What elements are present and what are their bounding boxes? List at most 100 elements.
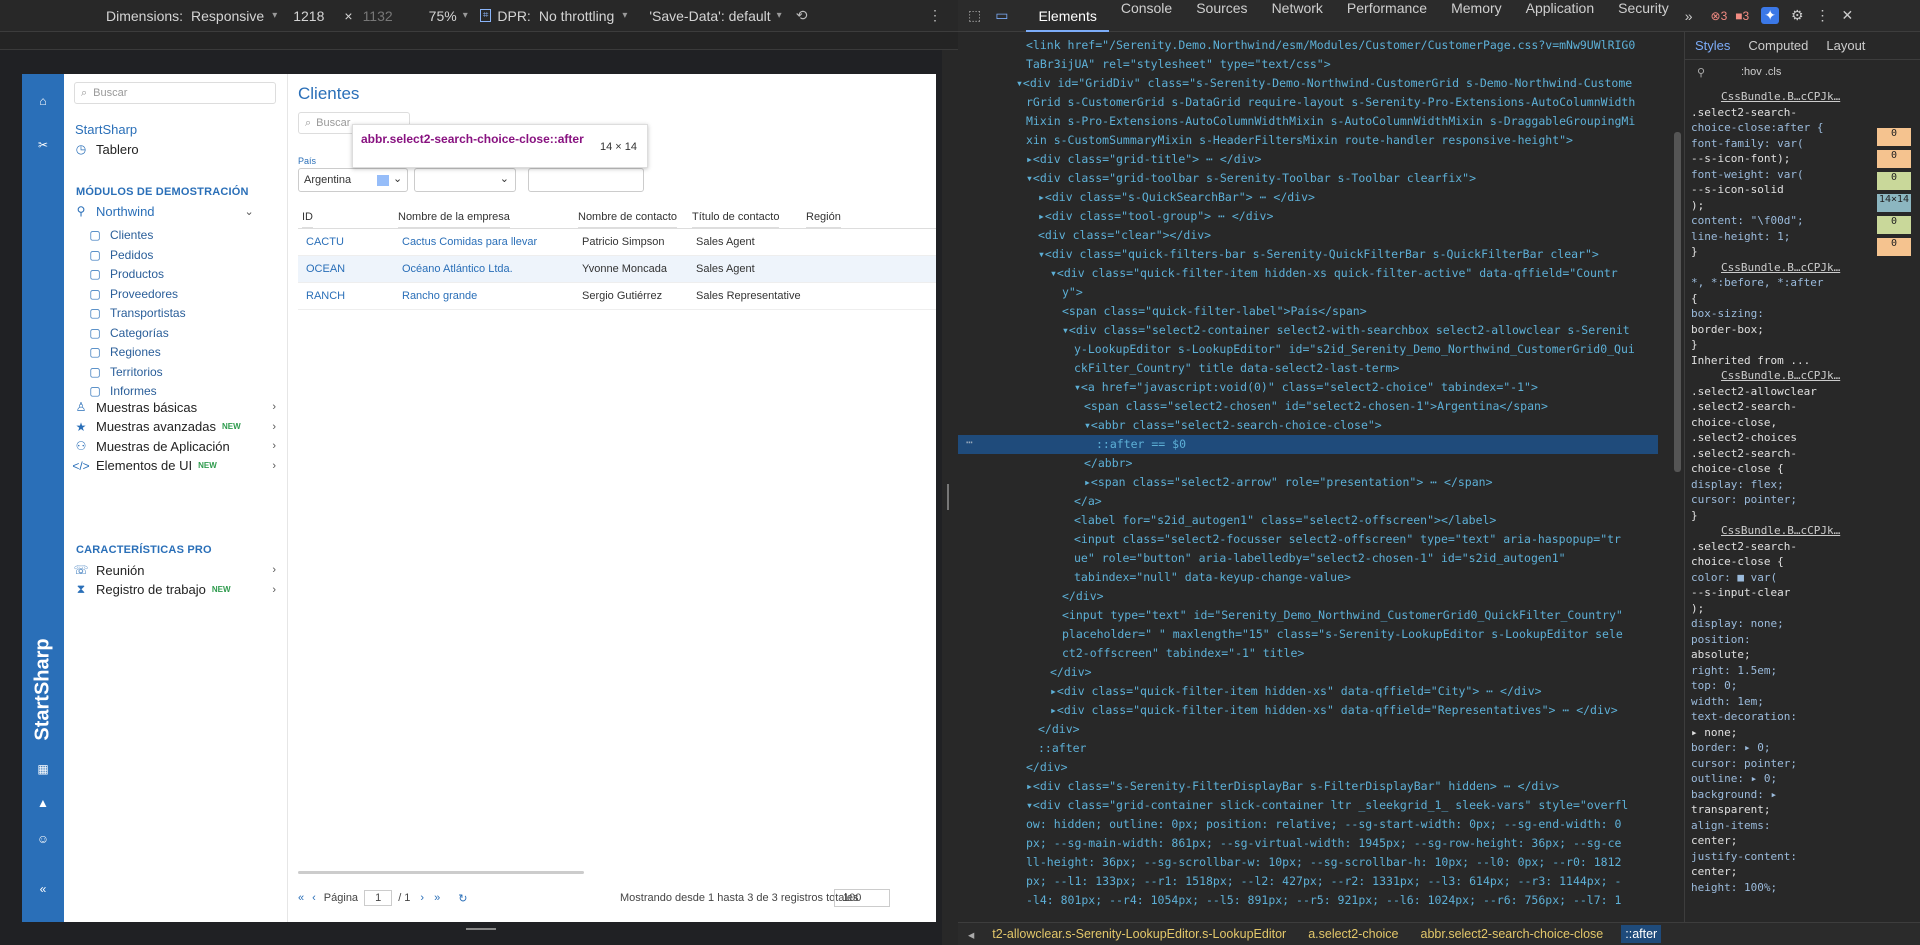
table-cell[interactable]: Océano Atlántico Ltda. [402, 263, 513, 275]
chevron-down-icon[interactable]: ▾ [463, 10, 468, 21]
split-grip[interactable] [947, 484, 949, 510]
paint-icon[interactable]: ▲ [22, 788, 64, 818]
viewport-resize-grip[interactable] [466, 928, 496, 930]
sidebar-search-input[interactable]: ⌕ Buscar [74, 82, 276, 104]
breadcrumb-item[interactable]: abbr.select2-search-choice-close [1417, 925, 1608, 943]
device-toggle-icon[interactable]: ▭ [995, 7, 1008, 24]
tab-performance[interactable]: Performance [1335, 0, 1439, 32]
table-row[interactable]: CACTU Cactus Comidas para llevar Patricio … [298, 229, 936, 256]
clear-choice-icon[interactable] [377, 175, 389, 186]
dom-node-line[interactable]: ▸<div class="quick-filter-item hidden-xs… [1050, 682, 1542, 701]
chevron-down-icon[interactable]: ▾ [622, 10, 627, 21]
dom-node-line[interactable]: ckFilter_Country" title data-select2-las… [1074, 359, 1399, 378]
sidebar-pro-1[interactable]: ⧗ Registro de trabajo NEW › [72, 579, 286, 601]
dom-node-line[interactable]: </abbr> [1084, 454, 1132, 473]
user-icon[interactable]: ☺ [22, 824, 64, 854]
selected-node[interactable]: ::after == $0 [958, 435, 1658, 454]
dom-node-line[interactable]: </div> [1050, 663, 1092, 682]
more-tabs-button[interactable]: » [1685, 8, 1693, 24]
home-icon[interactable]: ⌂ [22, 86, 64, 116]
dom-node-line[interactable]: ▾<abbr class="select2-search-choice-clos… [1084, 416, 1382, 435]
dom-node-line[interactable]: ▸<div class="tool-group"> ⋯ </div> [1038, 207, 1273, 226]
chevron-down-icon[interactable]: ⌄ [393, 172, 402, 185]
dom-node-line[interactable]: <input type="text" id="Serenity_Demo_Nor… [1062, 606, 1623, 625]
table-cell[interactable]: Rancho grande [402, 290, 477, 302]
tab-sources[interactable]: Sources [1184, 0, 1259, 32]
elements-scrollbar[interactable] [1674, 132, 1681, 472]
dom-node-line[interactable]: ▾<div id="GridDiv" class="s-Serenity-Dem… [1016, 74, 1632, 93]
dom-node-line[interactable]: px; --sg-main-width: 861px; --sg-virtual… [1026, 834, 1621, 853]
ai-assist-icon[interactable]: ✦ [1761, 7, 1779, 24]
inspect-icon[interactable]: ⬚ [968, 7, 981, 24]
dom-node-line[interactable]: Mixin s-Pro-Extensions-AutoColumnWidthMi… [1026, 112, 1635, 131]
dom-node-line[interactable]: placeholder=" " maxlength="15" class="s-… [1062, 625, 1623, 644]
dom-node-line[interactable]: ▾<div class="quick-filters-bar s-Serenit… [1038, 245, 1599, 264]
first-page-icon[interactable]: « [298, 892, 304, 904]
prev-page-icon[interactable]: ‹ [312, 892, 316, 904]
style-source-link[interactable]: CssBundle.B…cCPJk… [1721, 90, 1840, 104]
sidebar-item-northwind[interactable]: ⚲ Northwind ⌄ [72, 200, 264, 222]
dom-node-line[interactable]: <span class="select2-chosen" id="select2… [1084, 397, 1548, 416]
dom-node-line[interactable]: </div> [1062, 587, 1104, 606]
styles-filter-tools[interactable]: :hov .cls [1741, 66, 1781, 78]
dom-node-line[interactable]: </div> [1038, 720, 1080, 739]
dom-node-line[interactable]: ::after [1038, 739, 1086, 758]
tab-memory[interactable]: Memory [1439, 0, 1514, 32]
save-data-select[interactable]: 'Save-Data': default [649, 8, 770, 24]
more-options-icon[interactable]: ⋮ [1816, 7, 1830, 24]
chevron-down-icon[interactable]: ⌄ [500, 172, 509, 185]
dom-node-line[interactable]: ▾<div class="grid-toolbar s-Serenity-Too… [1026, 169, 1476, 188]
rotate-icon[interactable]: ⟲ [796, 7, 808, 24]
error-count[interactable]: ⊗3 [1711, 9, 1728, 23]
last-page-icon[interactable]: » [434, 892, 440, 904]
page-size-select[interactable]: 100 [834, 889, 891, 907]
style-source-link[interactable]: CssBundle.B…cCPJk… [1721, 524, 1840, 538]
dom-node-line[interactable]: <input class="select2-focusser select2-o… [1074, 530, 1621, 549]
tab-console[interactable]: Console [1109, 0, 1184, 32]
page-input[interactable]: 1 [364, 890, 393, 906]
collapse-icon[interactable]: « [22, 874, 64, 904]
tab-computed[interactable]: Computed [1748, 38, 1808, 53]
country-filter-select[interactable]: Argentina ⌄ [298, 168, 408, 192]
dom-node-line[interactable]: tabindex="null" data-keyup-change-value> [1074, 568, 1351, 587]
table-cell[interactable]: Cactus Comidas para llevar [402, 236, 537, 248]
throttling-select[interactable]: No throttling [539, 8, 614, 24]
style-source-link[interactable]: CssBundle.B…cCPJk… [1721, 369, 1840, 383]
dom-node-line[interactable]: <label for="s2id_autogen1" class="select… [1074, 511, 1496, 530]
dom-node-line[interactable]: ▸<div class="quick-filter-item hidden-xs… [1050, 701, 1618, 720]
zoom-select[interactable]: 75% [429, 8, 457, 24]
dom-node-line[interactable]: rGrid s-CustomerGrid s-DataGrid require-… [1026, 93, 1635, 112]
column-header[interactable]: ID [302, 206, 313, 228]
warning-count[interactable]: ■3 [1735, 9, 1749, 23]
column-header[interactable]: Nombre de la empresa [398, 206, 510, 228]
dom-node-line[interactable]: y"> [1062, 283, 1083, 302]
column-header[interactable]: Nombre de contacto [578, 206, 678, 228]
dom-node-line[interactable]: <span class="quick-filter-label">País</s… [1062, 302, 1367, 321]
dom-node-line[interactable]: </div> [1026, 758, 1068, 777]
crumbs-left-arrow[interactable]: ◂ [968, 927, 974, 942]
dom-node-line[interactable]: TaBr3ijUA" rel="stylesheet" type="text/c… [1026, 55, 1331, 74]
sidebar-group-3[interactable]: </> Elementos de UI NEW › [72, 455, 286, 477]
dom-node-line[interactable]: ▾<div class="select2-container select2-w… [1062, 321, 1630, 340]
dom-node-line[interactable]: ▸<span class="select2-arrow" role="prese… [1084, 473, 1493, 492]
tools-icon[interactable]: ✂ [22, 130, 64, 160]
table-cell[interactable]: CACTU [306, 236, 344, 248]
chevron-down-icon[interactable]: ▾ [272, 10, 277, 21]
dom-node-line[interactable]: ▸<div class="grid-title"> ⋯ </div> [1026, 150, 1261, 169]
dom-node-line[interactable]: px; --l1: 133px; --r1: 1518px; --l2: 427… [1026, 872, 1621, 891]
tab-styles[interactable]: Styles [1695, 38, 1730, 53]
chevron-down-icon[interactable]: ▾ [777, 10, 782, 21]
height-input[interactable]: 1132 [363, 8, 393, 24]
table-row[interactable]: OCEAN Océano Atlántico Ltda. Yvonne Moncad… [298, 256, 936, 283]
dom-node-line[interactable]: xin s-CustomSummaryMixin s-HeaderFilters… [1026, 131, 1573, 150]
tab-elements[interactable]: Elements [1026, 0, 1109, 32]
next-page-icon[interactable]: › [420, 892, 424, 904]
dom-node-line[interactable]: ow: hidden; outline: 0px; position: rela… [1026, 815, 1621, 834]
representatives-filter[interactable] [528, 168, 644, 192]
gear-icon[interactable]: ⚙ [1791, 7, 1804, 24]
dom-node-line[interactable]: <div class="clear"></div> [1038, 226, 1211, 245]
tab-layout[interactable]: Layout [1826, 38, 1865, 53]
table-cell[interactable]: OCEAN [306, 263, 345, 275]
tab-application[interactable]: Application [1514, 0, 1607, 32]
breadcrumb-item[interactable]: a.select2-choice [1304, 925, 1402, 943]
